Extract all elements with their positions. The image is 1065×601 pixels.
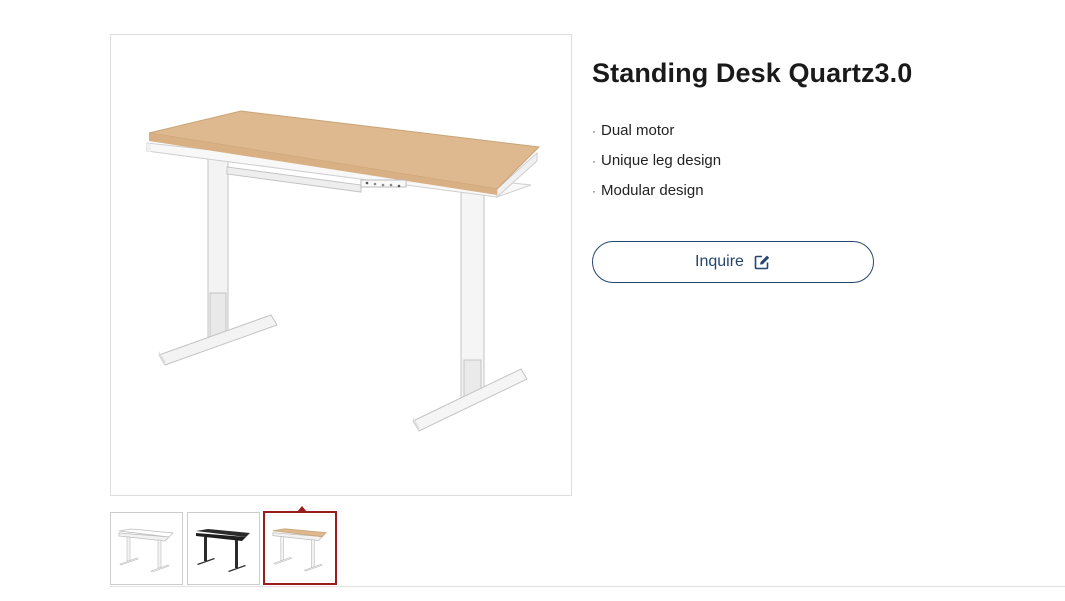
wood-desk-icon — [272, 528, 327, 572]
white-desk-icon — [118, 528, 174, 573]
feature-bullet: · — [592, 154, 596, 168]
inquire-button-label: Inquire — [695, 253, 744, 270]
product-title: Standing Desk Quartz3.0 — [592, 58, 913, 88]
product-main-image — [110, 34, 572, 496]
feature-item: · Modular design — [592, 176, 721, 206]
feature-list: · Dual motor · Unique leg design · Modular … — [592, 116, 721, 206]
feature-bullet: · — [592, 184, 596, 198]
feature-text: Modular design — [601, 182, 704, 199]
edit-icon — [754, 254, 771, 270]
feature-item: · Dual motor — [592, 116, 721, 146]
feature-bullet: · — [592, 124, 596, 138]
black-desk-icon — [196, 529, 250, 572]
feature-item: · Unique leg design — [592, 146, 721, 176]
inquire-button[interactable]: Inquire — [592, 241, 874, 283]
section-divider — [110, 586, 1065, 587]
thumbnail-white-desk[interactable] — [110, 512, 183, 585]
thumbnail-wood-desk[interactable] — [263, 511, 337, 585]
standing-desk-illustration — [146, 110, 541, 432]
feature-text: Unique leg design — [601, 152, 722, 169]
thumbnail-black-desk[interactable] — [187, 512, 260, 585]
feature-text: Dual motor — [601, 122, 675, 139]
